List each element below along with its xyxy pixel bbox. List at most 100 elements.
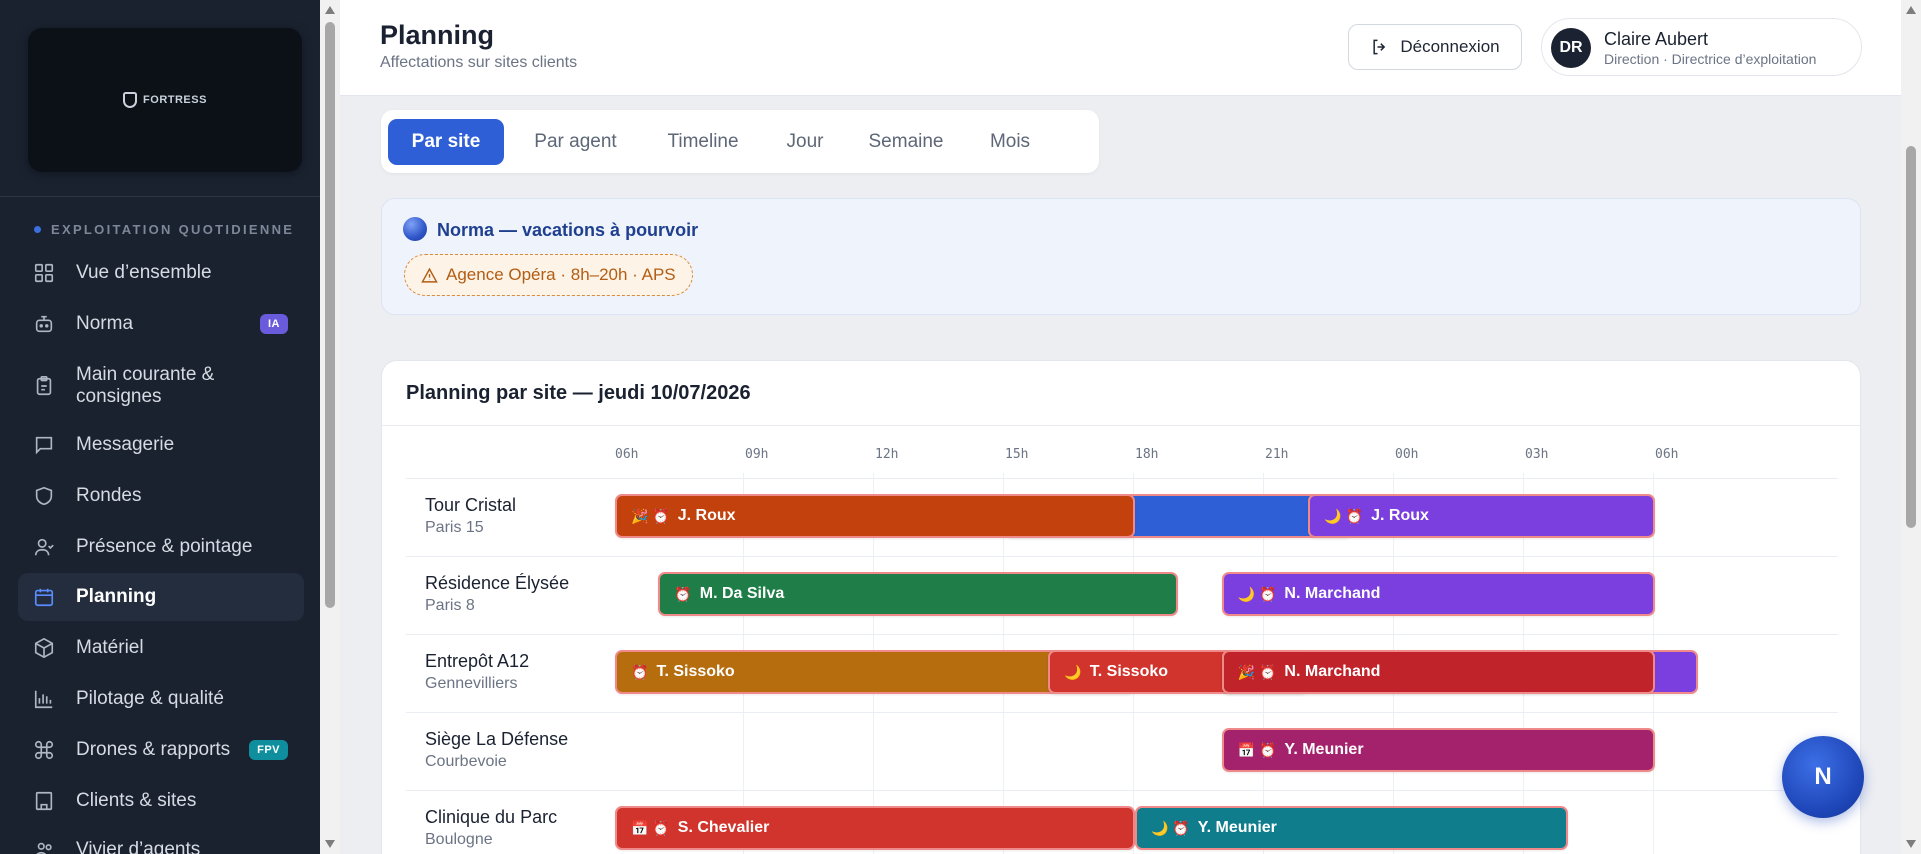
sidebar-item-clients[interactable]: Clients & sites: [18, 777, 304, 825]
sidebar-item-materiel[interactable]: Matériel: [18, 624, 304, 672]
shift-bar[interactable]: 📅 ⏰ S. Chevalier: [615, 806, 1135, 850]
bar-chart-icon: [32, 687, 56, 711]
shift-bar[interactable]: 🎉 ⏰ N. Marchand: [1221, 650, 1655, 694]
sidebar-item-planning[interactable]: Planning: [18, 573, 304, 621]
vacancy-chip[interactable]: Agence Opéra · 8h–20h · APS: [404, 254, 693, 296]
tab-par-agent[interactable]: Par agent: [514, 119, 637, 165]
site-name[interactable]: Résidence Élysée: [425, 573, 569, 594]
time-tick-label: 21h: [1265, 447, 1289, 462]
site-city: Paris 8: [425, 597, 475, 614]
shift-status-icon: ⏰: [631, 664, 649, 680]
sidebar-item-messagerie[interactable]: Messagerie: [18, 421, 304, 469]
main-scrollbar[interactable]: [1901, 0, 1921, 854]
site-name[interactable]: Siège La Défense: [425, 729, 568, 750]
tab-mois[interactable]: Mois: [971, 119, 1049, 165]
user-role: Direction · Directrice d’exploitation: [1604, 51, 1817, 67]
alert-title: Norma — vacations à pourvoir: [437, 220, 699, 240]
norma-assistant-button[interactable]: N: [1782, 736, 1864, 818]
scroll-down-icon[interactable]: [325, 840, 335, 848]
sidebar-item-main-courante[interactable]: Main courante & consignes: [18, 358, 304, 414]
scroll-down-icon[interactable]: [1906, 840, 1916, 848]
users-icon: [32, 535, 56, 559]
site-row: Entrepôt A12 Gennevilliers ⏰ T. Sissoko 🌙 T. …: [406, 634, 1838, 712]
clipboard-icon: [32, 374, 56, 398]
tab-semaine[interactable]: Semaine: [850, 119, 962, 165]
time-tick-label: 00h: [1395, 447, 1419, 462]
section-dot-icon: [34, 226, 41, 233]
shift-agent-name: T. Sissoko: [656, 663, 735, 680]
shift-bar[interactable]: ⏰ M. Da Silva: [658, 572, 1179, 616]
sidebar-item-vue-ensemble[interactable]: Vue d’ensemble: [18, 249, 304, 297]
shift-bar[interactable]: 🌙 ⏰ Y. Meunier: [1135, 806, 1569, 850]
scroll-up-icon[interactable]: [325, 6, 335, 14]
sidebar-item-vivier[interactable]: Vivier d’agents: [18, 826, 304, 854]
sidebar: FORTRESS EXPLOITATION QUOTIDIENNE Vue d’…: [0, 0, 320, 854]
user-menu[interactable]: DR Claire Aubert Direction · Directrice …: [1541, 18, 1862, 76]
site-name[interactable]: Tour Cristal: [425, 495, 516, 516]
sidebar-item-label: Vue d’ensemble: [76, 262, 212, 283]
tab-jour[interactable]: Jour: [769, 119, 841, 165]
sidebar-item-label: Vivier d’agents: [76, 839, 201, 854]
grid-icon: [32, 261, 56, 285]
logout-icon: [1373, 39, 1386, 55]
site-city: Gennevilliers: [425, 675, 518, 692]
sidebar-item-label: Pilotage & qualité: [76, 688, 224, 709]
sidebar-item-presence[interactable]: Présence & pointage: [18, 523, 304, 571]
shift-bar[interactable]: 🎉 ⏰ J. Roux: [615, 494, 1135, 538]
shift-bar[interactable]: 📅 ⏰ Y. Meunier: [1221, 728, 1655, 772]
logout-button[interactable]: Déconnexion: [1348, 24, 1522, 70]
box-icon: [32, 636, 56, 660]
shift-bar[interactable]: 🌙 ⏰ N. Marchand: [1221, 572, 1655, 616]
tab-par-site[interactable]: Par site: [388, 119, 504, 165]
time-tick-label: 18h: [1135, 447, 1159, 462]
shift-agent-name: S. Chevalier: [677, 819, 770, 836]
sidebar-item-label: Clients & sites: [76, 790, 197, 811]
message-icon: [32, 433, 56, 457]
building-icon: [32, 789, 56, 813]
scroll-up-icon[interactable]: [1906, 6, 1916, 14]
sidebar-item-pilotage[interactable]: Pilotage & qualité: [18, 675, 304, 723]
sidebar-item-norma[interactable]: Norma IA: [18, 300, 304, 348]
avatar: DR: [1551, 28, 1591, 68]
shift-status-icon: ⏰: [674, 586, 692, 602]
site-name[interactable]: Clinique du Parc: [425, 807, 557, 828]
shift-agent-name: N. Marchand: [1284, 663, 1381, 680]
sidebar-item-label: Rondes: [76, 485, 142, 506]
page-title: Planning: [380, 20, 494, 50]
shift-status-icon: 🌙 ⏰: [1237, 586, 1277, 602]
shift-status-icon: 🌙 ⏰: [1324, 508, 1364, 524]
time-tick-label: 03h: [1525, 447, 1549, 462]
site-row: Tour Cristal Paris 15 🎉 ⏰ J. Roux 🌙 ⏰ J. Roux: [406, 478, 1838, 556]
shift-agent-name: M. Da Silva: [699, 585, 785, 602]
shield-icon: [32, 484, 56, 508]
time-tick-label: 12h: [875, 447, 899, 462]
scrollbar-thumb[interactable]: [325, 22, 335, 608]
time-tick-label: 06h: [1655, 447, 1679, 462]
shift-bar[interactable]: 🌙 ⏰ J. Roux: [1308, 494, 1655, 538]
shift-status-icon: 📅 ⏰: [631, 820, 670, 836]
view-tabs: Par site Par agent Timeline Jour Semaine…: [381, 110, 1099, 173]
site-name[interactable]: Entrepôt A12: [425, 651, 529, 672]
sidebar-item-label: Présence & pointage: [76, 536, 253, 557]
site-row: Clinique du Parc Boulogne 📅 ⏰ S. Chevalier 🌙…: [406, 790, 1838, 854]
brand-logo[interactable]: FORTRESS: [28, 28, 302, 172]
shift-agent-name: Y. Meunier: [1284, 741, 1364, 758]
planning-grid: 06h 09h 12h 15h 18h 21h 00h 03h 06h Tour Cristal P…: [406, 425, 1838, 854]
planning-title: Planning par site — jeudi 10/07/2026: [406, 382, 751, 404]
sidebar-item-drones[interactable]: Drones & rapports FPV: [18, 726, 304, 774]
sidebar-divider: [0, 196, 320, 197]
time-tick-label: 09h: [745, 447, 769, 462]
warning-icon: [421, 267, 438, 283]
sidebar-item-rondes[interactable]: Rondes: [18, 472, 304, 520]
sidebar-section-label: EXPLOITATION QUOTIDIENNE: [34, 222, 294, 237]
logo-text: FORTRESS: [143, 94, 207, 106]
scrollbar-thumb[interactable]: [1906, 146, 1916, 528]
site-row: Siège La Défense Courbevoie 📅 ⏰ Y. Meunier: [406, 712, 1838, 790]
tab-timeline[interactable]: Timeline: [646, 119, 760, 165]
sidebar-scrollbar[interactable]: [320, 0, 340, 854]
logo-shield-icon: [123, 92, 138, 108]
planning-card: Planning par site — jeudi 10/07/2026 06h…: [381, 360, 1861, 854]
ia-badge: IA: [260, 314, 288, 334]
norma-orb-icon: [403, 217, 427, 241]
fpv-badge: FPV: [249, 740, 288, 760]
